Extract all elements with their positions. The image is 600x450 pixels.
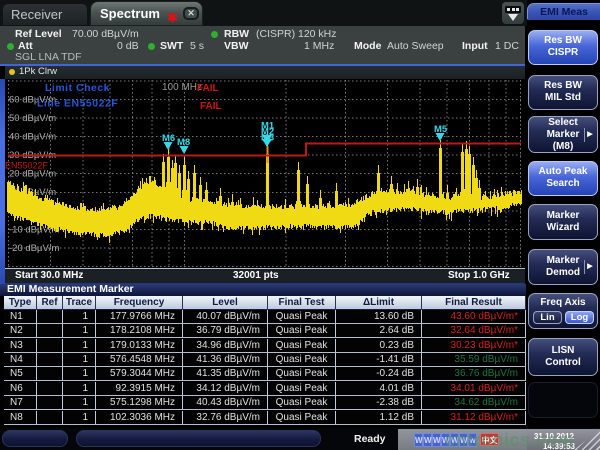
svg-text:100 MHz: 100 MHz bbox=[162, 82, 202, 93]
svg-text:EN55022F: EN55022F bbox=[5, 161, 49, 171]
svg-text:Limit Check: Limit Check bbox=[45, 82, 110, 94]
svg-text:50 dBµV/m: 50 dBµV/m bbox=[9, 113, 56, 124]
svg-text:40 dBµV/m: 40 dBµV/m bbox=[9, 132, 56, 143]
svg-text:-20 dBµV/m: -20 dBµV/m bbox=[9, 243, 59, 254]
svg-text:FAIL: FAIL bbox=[197, 83, 219, 94]
svg-text:FAIL: FAIL bbox=[200, 101, 222, 112]
svg-text:Line EN55022F: Line EN55022F bbox=[37, 98, 118, 110]
